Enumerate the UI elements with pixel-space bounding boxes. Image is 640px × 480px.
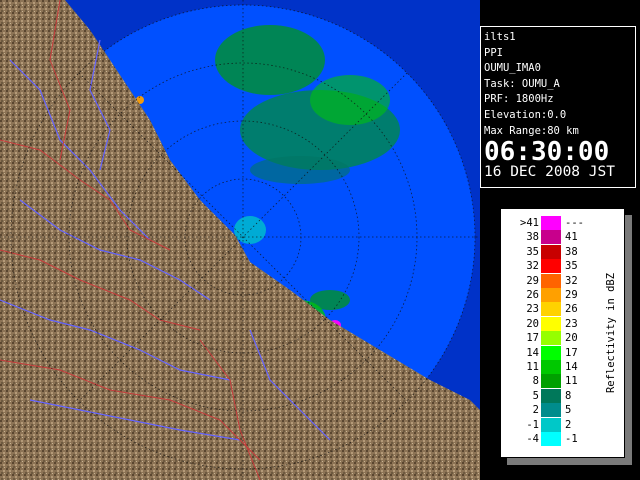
- legend-high-label: 5: [565, 404, 572, 417]
- legend-color-swatch: [541, 302, 561, 317]
- legend-color-swatch: [541, 259, 561, 274]
- legend-color-swatch: [541, 417, 561, 432]
- legend-high-label: 17: [565, 346, 578, 359]
- legend-high-label: 2: [565, 418, 572, 431]
- legend-low-label: 8: [532, 375, 539, 388]
- legend-color-swatch: [541, 244, 561, 259]
- legend-low-label: 23: [526, 303, 539, 316]
- legend-color-swatch: [541, 288, 561, 302]
- legend-high-label: ---: [565, 217, 584, 229]
- reflectivity-legend: >41 --- 38 41 35 38 32 35 29 32 26 29 23 26 20 23 17 20 14…: [500, 208, 625, 458]
- legend-low-label: >41: [520, 217, 539, 229]
- legend-low-label: 38: [526, 231, 539, 244]
- legend-unit-label: Reflectivity in dBZ: [605, 272, 617, 394]
- legend-high-label: 11: [565, 375, 578, 388]
- task-name: Task: OUMU_A: [484, 77, 560, 90]
- legend-color-swatch: [541, 230, 561, 245]
- radar-info-panel: ilts1 PPI OUMU_IMA0 Task: OUMU_A PRF: 18…: [480, 26, 636, 188]
- legend-high-label: 41: [565, 231, 578, 244]
- legend-low-label: 20: [526, 317, 539, 330]
- product-type: PPI: [484, 46, 503, 59]
- site-name: OUMU_IMA0: [484, 62, 541, 75]
- legend-low-label: 26: [526, 289, 539, 301]
- observation-date: 16 DEC 2008 JST: [484, 164, 615, 181]
- elevation-value: Elevation:0.0: [484, 108, 567, 121]
- legend-low-label: -4: [526, 433, 539, 445]
- legend-color-swatch: [541, 345, 561, 360]
- legend-color-swatch: [541, 374, 561, 389]
- legend-high-label: 8: [565, 389, 572, 402]
- legend-high-label: 14: [565, 361, 578, 373]
- legend-color-swatch: [541, 388, 561, 403]
- legend-high-label: 38: [565, 245, 578, 258]
- observation-time: 06:30:00: [484, 137, 610, 168]
- legend-low-label: 11: [526, 361, 539, 373]
- legend-low-label: 5: [532, 389, 539, 402]
- legend-color-swatch: [541, 216, 561, 230]
- legend-high-label: 32: [565, 274, 578, 287]
- legend-low-label: -1: [526, 418, 539, 431]
- prf-value: PRF: 1800Hz: [484, 93, 554, 106]
- legend-high-label: 23: [565, 317, 578, 330]
- legend-low-label: 29: [526, 274, 539, 287]
- legend-high-label: -1: [565, 433, 578, 445]
- legend-low-label: 2: [532, 404, 539, 417]
- legend-color-swatch: [541, 331, 561, 346]
- legend-high-label: 35: [565, 260, 578, 273]
- legend-high-label: 20: [565, 332, 578, 345]
- legend-color-swatch: [541, 316, 561, 331]
- legend-low-label: 35: [526, 245, 539, 258]
- legend-high-label: 29: [565, 289, 578, 301]
- station-name: ilts1: [484, 31, 516, 43]
- legend-low-label: 17: [526, 332, 539, 345]
- legend-low-label: 32: [526, 260, 539, 273]
- legend-color-swatch: [541, 273, 561, 288]
- legend-high-label: 26: [565, 303, 578, 316]
- legend-low-label: 14: [526, 346, 539, 359]
- legend-color-swatch: [541, 360, 561, 374]
- radar-ppi-map: [0, 0, 480, 480]
- legend-color-swatch: [541, 432, 561, 446]
- legend-color-swatch: [541, 403, 561, 418]
